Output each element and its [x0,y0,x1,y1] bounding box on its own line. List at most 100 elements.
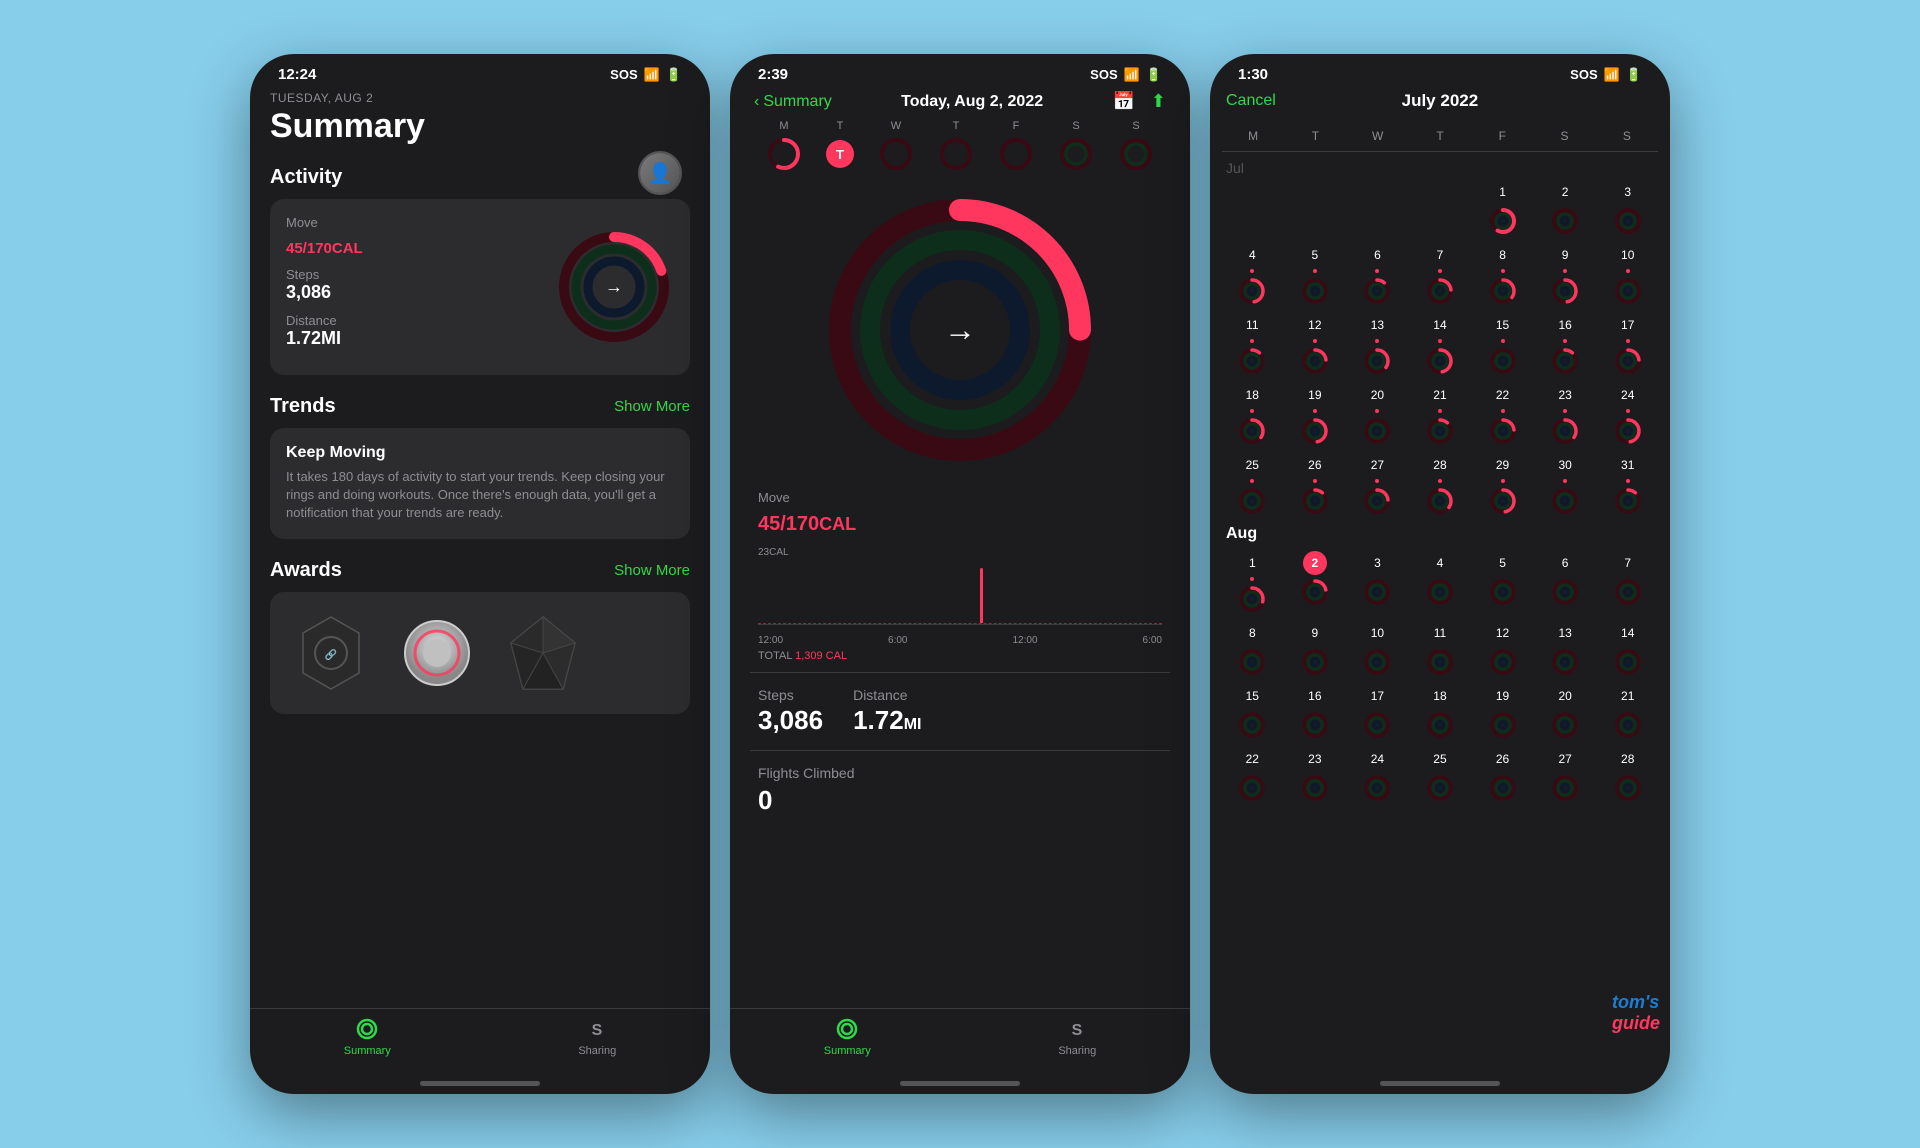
aug-day-2[interactable]: 2 [1285,549,1346,617]
july-day-1[interactable]: 1 [1472,178,1533,239]
share-icon[interactable]: ⬆ [1151,91,1166,112]
july-day-2[interactable]: 2 [1535,178,1596,239]
day-fri[interactable]: F [998,120,1034,172]
day-thu[interactable]: T [938,120,974,172]
calendar-icon[interactable]: 📅 [1112,91,1134,112]
july-day-13[interactable]: 13 [1347,311,1408,379]
flights-section: Flights Climbed 0 [750,750,1170,830]
sos-label-3: SOS [1570,67,1597,82]
july-day-24[interactable]: 24 [1597,381,1658,449]
awards-show-more[interactable]: Show More [614,562,690,579]
aug-day-15[interactable]: 15 [1222,682,1283,743]
battery-icon-3: 🔋 [1626,67,1642,83]
aug-day-12[interactable]: 12 [1472,619,1533,680]
cal-cancel-button[interactable]: Cancel [1226,92,1276,110]
day-wed[interactable]: W [878,120,914,172]
aug-day-28[interactable]: 28 [1597,745,1658,806]
july-day-21[interactable]: 21 [1410,381,1471,449]
aug-day-18[interactable]: 18 [1410,682,1471,743]
july-day-19[interactable]: 19 [1285,381,1346,449]
trends-show-more[interactable]: Show More [614,398,690,415]
aug-day-24[interactable]: 24 [1347,745,1408,806]
july-day-20[interactable]: 20 [1347,381,1408,449]
move-value: 45/170CAL [758,505,1162,537]
july-day-18[interactable]: 18 [1222,381,1283,449]
july-day-15[interactable]: 15 [1472,311,1533,379]
july-day-3[interactable]: 3 [1597,178,1658,239]
ring-aug-27 [1549,772,1581,804]
aug-day-20[interactable]: 20 [1535,682,1596,743]
ring-arrow: → [605,277,623,298]
day-sat[interactable]: S [1058,120,1094,172]
ring-aug-22 [1236,772,1268,804]
steps-label: Steps [758,687,823,703]
aug-day-8[interactable]: 8 [1222,619,1283,680]
tab-summary-1[interactable]: Summary [344,1017,391,1057]
aug-day-17[interactable]: 17 [1347,682,1408,743]
july-day-22[interactable]: 22 [1472,381,1533,449]
aug-day-19[interactable]: 19 [1472,682,1533,743]
aug-day-23[interactable]: 23 [1285,745,1346,806]
phone-calendar: 1:30 SOS 📶 🔋 Cancel July 2022 M T W T F … [1210,54,1670,1094]
cal-header-m: M [1222,125,1284,147]
aug-day-25[interactable]: 25 [1410,745,1471,806]
distance-col: Distance 1.72MI [853,687,921,736]
july-day-23[interactable]: 23 [1535,381,1596,449]
july-day-16[interactable]: 16 [1535,311,1596,379]
svg-text:S: S [592,1022,603,1039]
trends-card: Keep Moving It takes 180 days of activit… [270,428,690,539]
back-button[interactable]: ‹ Summary [754,93,832,111]
aug-day-3[interactable]: 3 [1347,549,1408,617]
july-day-7[interactable]: 7 [1410,241,1471,309]
july-day-26[interactable]: 26 [1285,451,1346,519]
aug-day-22[interactable]: 22 [1222,745,1283,806]
july-day-6[interactable]: 6 [1347,241,1408,309]
aug-day-4[interactable]: 4 [1410,549,1471,617]
aug-day-10[interactable]: 10 [1347,619,1408,680]
aug-day-1[interactable]: 1 [1222,549,1283,617]
july-day-10[interactable]: 10 [1597,241,1658,309]
distance-value: 1.72MI [853,705,921,736]
july-day-27[interactable]: 27 [1347,451,1408,519]
aug-day-27[interactable]: 27 [1535,745,1596,806]
aug-day-14[interactable]: 14 [1597,619,1658,680]
day-sun[interactable]: S [1118,120,1154,172]
ring-jul-7 [1424,275,1456,307]
aug-day-6[interactable]: 6 [1535,549,1596,617]
july-day-8[interactable]: 8 [1472,241,1533,309]
aug-day-5[interactable]: 5 [1472,549,1533,617]
big-ring-arrow: → [944,312,976,349]
july-day-4[interactable]: 4 [1222,241,1283,309]
chart-y-label: 23CAL [758,547,789,558]
award-2 [392,608,482,698]
july-day-28[interactable]: 28 [1410,451,1471,519]
july-day-9[interactable]: 9 [1535,241,1596,309]
july-day-12[interactable]: 12 [1285,311,1346,379]
distance-stat: Distance 1.72MI [286,313,554,349]
ring-aug-23 [1299,772,1331,804]
july-day-29[interactable]: 29 [1472,451,1533,519]
aug-day-16[interactable]: 16 [1285,682,1346,743]
avatar-image: 👤 [640,153,680,193]
july-day-31[interactable]: 31 [1597,451,1658,519]
day-mon[interactable]: M [766,120,802,172]
july-day-30[interactable]: 30 [1535,451,1596,519]
july-day-17[interactable]: 17 [1597,311,1658,379]
aug-day-21[interactable]: 21 [1597,682,1658,743]
july-day-5[interactable]: 5 [1285,241,1346,309]
july-day-11[interactable]: 11 [1222,311,1283,379]
tab-sharing-1[interactable]: S Sharing [578,1017,616,1057]
empty-2 [1285,178,1346,239]
svg-text:S: S [1072,1022,1083,1039]
aug-day-9[interactable]: 9 [1285,619,1346,680]
ring-jul1 [1487,205,1519,237]
aug-day-7[interactable]: 7 [1597,549,1658,617]
july-day-14[interactable]: 14 [1410,311,1471,379]
tab-sharing-2[interactable]: S Sharing [1058,1017,1096,1057]
aug-day-11[interactable]: 11 [1410,619,1471,680]
july-day-25[interactable]: 25 [1222,451,1283,519]
aug-day-26[interactable]: 26 [1472,745,1533,806]
aug-day-13[interactable]: 13 [1535,619,1596,680]
tab-summary-2[interactable]: Summary [824,1017,871,1057]
day-tue[interactable]: T T [826,120,854,172]
